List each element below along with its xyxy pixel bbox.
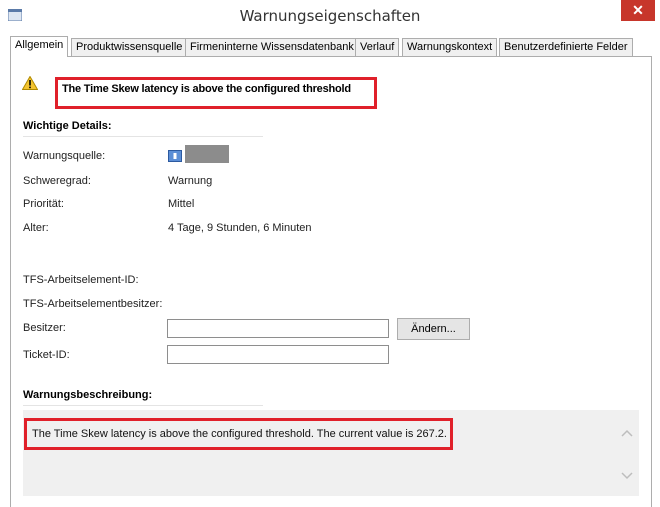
age-label: Alter: bbox=[23, 222, 49, 234]
tab-produktwissensquelle[interactable]: Produktwissensquelle bbox=[71, 38, 188, 56]
tab-benutzerdefinierte-felder[interactable]: Benutzerdefinierte Felder bbox=[499, 38, 633, 56]
warning-icon bbox=[22, 76, 38, 90]
tab-allgemein[interactable]: Allgemein bbox=[10, 36, 69, 57]
tab-verlauf[interactable]: Verlauf bbox=[355, 38, 400, 56]
chevron-up-icon[interactable] bbox=[620, 427, 634, 439]
close-button[interactable]: ✕ bbox=[621, 0, 655, 21]
owner-label: Besitzer: bbox=[23, 322, 66, 334]
alert-headline: The Time Skew latency is above the confi… bbox=[62, 83, 351, 95]
source-value-redacted bbox=[185, 145, 229, 163]
age-value: 4 Tage, 9 Stunden, 6 Minuten bbox=[168, 222, 312, 234]
severity-label: Schweregrad: bbox=[23, 175, 91, 187]
source-label: Warnungsquelle: bbox=[23, 150, 106, 162]
severity-value: Warnung bbox=[168, 175, 213, 187]
tab-firmeninterne-wissensdatenbank[interactable]: Firmeninterne Wissensdatenbank bbox=[185, 38, 359, 56]
tfs-owner-label: TFS-Arbeitselementbesitzer: bbox=[23, 298, 163, 310]
description-text: The Time Skew latency is above the confi… bbox=[32, 428, 447, 440]
ticket-label: Ticket-ID: bbox=[23, 349, 70, 361]
window-title: Warnungseigenschaften bbox=[239, 7, 421, 25]
ticket-input[interactable] bbox=[167, 345, 389, 364]
tab-warnungskontext[interactable]: Warnungskontext bbox=[402, 38, 498, 56]
tab-strip: Allgemein Produktwissensquelle Firmenint… bbox=[10, 36, 660, 57]
monitor-icon bbox=[168, 150, 182, 162]
details-section-label: Wichtige Details: bbox=[23, 120, 112, 132]
priority-label: Priorität: bbox=[23, 198, 64, 210]
title-bar: Warnungseigenschaften ✕ bbox=[0, 0, 660, 30]
tfs-id-label: TFS-Arbeitselement-ID: bbox=[23, 274, 139, 286]
description-divider bbox=[23, 405, 263, 406]
details-divider bbox=[23, 136, 263, 137]
priority-value: Mittel bbox=[168, 198, 195, 210]
owner-input[interactable] bbox=[167, 319, 389, 338]
description-section-label: Warnungsbeschreibung: bbox=[23, 389, 153, 401]
chevron-down-icon[interactable] bbox=[620, 470, 634, 482]
change-owner-button[interactable]: Ändern... bbox=[397, 318, 470, 340]
